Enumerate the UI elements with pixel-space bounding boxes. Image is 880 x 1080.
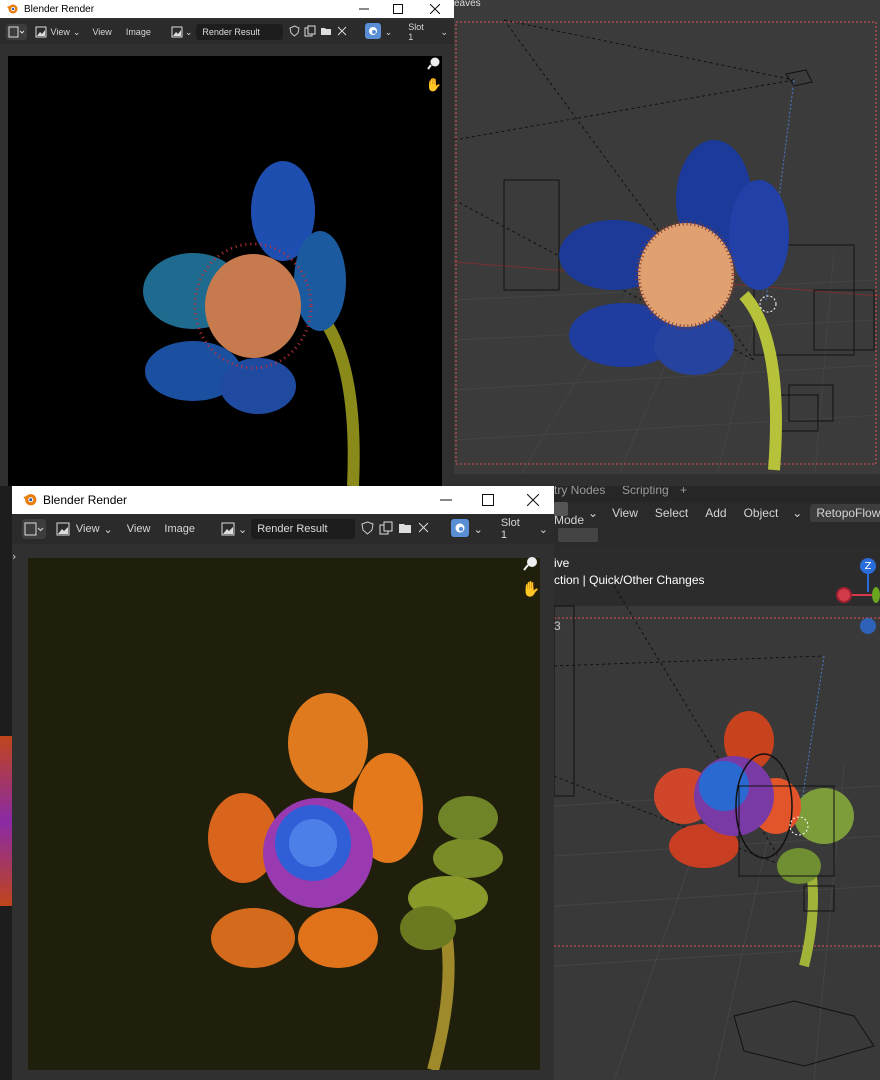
chevron-down-icon: ⌄ (538, 523, 548, 536)
x-icon[interactable] (337, 26, 347, 38)
maximize-icon[interactable] (386, 0, 410, 18)
top-viewport-label: eaves (454, 0, 481, 9)
image-icon (221, 522, 235, 536)
select-menu[interactable]: Select (655, 506, 688, 520)
add-workspace-button[interactable]: + (680, 486, 687, 497)
orange-flower-render (208, 693, 503, 1070)
top-render-canvas[interactable]: ✋ (8, 56, 442, 486)
bottom-render-canvas[interactable] (28, 558, 540, 1070)
image-name-field[interactable]: Render Result (196, 24, 283, 40)
top-window-titlebar[interactable]: Blender Render (0, 0, 454, 18)
hand-icon[interactable]: ✋ (522, 580, 541, 598)
viewport-mode-text: ive (554, 556, 570, 570)
blender-logo-icon (22, 491, 37, 509)
image-browse-button[interactable]: ⌄ (171, 20, 193, 44)
chevron-down-icon: ⌄ (184, 26, 193, 37)
chevron-down-icon: ⌄ (440, 26, 448, 37)
slot-dropdown[interactable]: Slot 1 ⌄ (402, 22, 454, 42)
view-dropdown[interactable]: View ⌄ (56, 514, 113, 544)
slot-label: Slot 1 (408, 22, 424, 42)
duplicate-icon[interactable] (379, 521, 393, 538)
top-viewport-scene (454, 0, 880, 486)
render-slot-icon[interactable] (450, 518, 469, 540)
chevron-down-icon[interactable]: ⌄ (385, 27, 393, 38)
image-menu[interactable]: Image (164, 514, 195, 544)
gizmo-z-label: Z (864, 560, 872, 572)
image-menu[interactable]: Image (126, 20, 151, 44)
minimize-icon[interactable] (352, 0, 376, 18)
chevron-down-icon[interactable]: ⌄ (474, 523, 483, 536)
slot-dropdown[interactable]: Slot 1 ⌄ (494, 517, 554, 541)
gizmo-y-axis[interactable] (872, 587, 880, 603)
window-title: Blender Render (24, 3, 95, 15)
x-icon[interactable] (418, 522, 429, 536)
editor-type-icon[interactable] (22, 519, 46, 539)
top-render-window[interactable]: Blender Render View ⌄ View Image ⌄ Rende… (0, 0, 454, 486)
minimize-icon[interactable] (432, 486, 460, 514)
workspace-tab[interactable]: Scripting (622, 486, 669, 497)
workspace-tabs: try Nodes Scripting + (554, 486, 880, 502)
top-image-editor-header: View ⌄ View Image ⌄ Render Result ⌄ Slot… (0, 20, 454, 44)
bottom-viewport-scene (554, 546, 880, 1080)
zoom-icon[interactable] (522, 554, 540, 572)
chevron-down-icon: ⌄ (238, 523, 248, 536)
chevron-down-icon[interactable]: ⌄ (588, 506, 598, 520)
object-menu[interactable]: Object (744, 506, 779, 520)
hand-icon[interactable]: ✋ (426, 76, 442, 94)
editor-type-icon[interactable] (6, 24, 27, 40)
image-icon (35, 26, 47, 38)
view-dropdown-label: View (75, 523, 100, 535)
gizmo-neg-z-axis[interactable] (860, 618, 876, 634)
background-render-strip (0, 736, 12, 906)
bottom-window-titlebar[interactable]: Blender Render (12, 486, 554, 514)
view-menu[interactable]: View (92, 20, 111, 44)
close-icon[interactable] (422, 0, 448, 18)
folder-icon[interactable] (398, 521, 412, 538)
maximize-icon[interactable] (474, 486, 502, 514)
slot-label: Slot 1 (500, 517, 520, 541)
view-menu[interactable]: View (612, 506, 638, 520)
add-menu[interactable]: Add (705, 506, 726, 520)
shield-icon[interactable] (289, 25, 300, 39)
top-3d-viewport[interactable]: eaves (454, 0, 880, 486)
viewport-collection-text: ction | Quick/Other Changes (554, 573, 705, 587)
workspace-tab[interactable]: try Nodes (554, 486, 605, 497)
chevron-down-icon: ⌄ (103, 523, 113, 536)
image-name-field[interactable]: Render Result (251, 519, 355, 539)
gizmo-z-axis[interactable]: Z (860, 558, 876, 574)
view-menu[interactable]: View (127, 514, 151, 544)
retopoflow-button[interactable]: RetopoFlow (810, 504, 880, 522)
chevron-down-icon[interactable]: ⌄ (792, 506, 802, 520)
bottom-3d-viewport[interactable]: try Nodes Scripting + ct Mode ⌄ View Sel… (554, 486, 880, 1080)
blender-logo-icon (6, 2, 18, 17)
render-slot-icon[interactable] (364, 23, 381, 41)
gizmo-x-axis[interactable] (836, 587, 852, 603)
view-dropdown-label: View (50, 27, 70, 37)
view-dropdown[interactable]: View ⌄ (35, 20, 81, 44)
bottom-image-editor-header: View ⌄ View Image ⌄ Render Result ⌄ Slot… (12, 514, 554, 544)
shield-icon[interactable] (361, 520, 374, 538)
gizmo-z-line (867, 574, 869, 592)
folder-icon[interactable] (320, 25, 332, 39)
zoom-icon[interactable] (426, 56, 442, 72)
image-icon (56, 522, 70, 536)
bottom-render-window[interactable]: Blender Render View ⌄ View Image ⌄ Rende… (12, 486, 554, 1080)
gizmo-x-line (852, 594, 872, 596)
image-browse-button[interactable]: ⌄ (221, 514, 247, 544)
chevron-down-icon: ⌄ (72, 26, 81, 37)
sidebar-toggle-icon[interactable]: › (12, 550, 16, 563)
tool-settings-bar (554, 524, 880, 546)
close-icon[interactable] (518, 486, 548, 514)
image-icon (171, 26, 183, 38)
blue-flower-render (143, 161, 360, 486)
duplicate-icon[interactable] (304, 25, 316, 39)
window-title: Blender Render (43, 493, 128, 507)
viewport-frame-text: 3 (554, 619, 561, 633)
viewport-header: ct Mode ⌄ View Select Add Object ⌄ Retop… (554, 499, 880, 527)
